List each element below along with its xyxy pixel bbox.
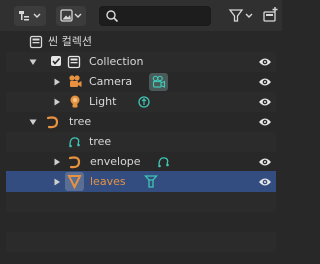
camera-data-button[interactable] (149, 73, 168, 91)
curve-object-icon (46, 116, 59, 129)
outliner-header (0, 0, 282, 31)
eye-icon[interactable] (258, 56, 272, 68)
eye-icon[interactable] (258, 176, 272, 188)
view-options-dropdown[interactable] (56, 6, 86, 26)
curve-data-icon (69, 137, 80, 148)
camera-data-icon (152, 75, 166, 88)
curve-data-icon[interactable] (157, 155, 171, 169)
tree-object-label: tree (69, 115, 92, 128)
particle-data-icon[interactable] (144, 174, 158, 189)
scene-collection-label: 씬 컬렉션 (48, 35, 92, 48)
leaves-row[interactable]: leaves (6, 171, 276, 192)
camera-row[interactable]: Camera (6, 72, 276, 92)
chevron-down-icon[interactable] (28, 57, 38, 67)
eye-icon[interactable] (258, 156, 272, 168)
image-icon (60, 9, 82, 22)
search-input[interactable] (99, 6, 211, 26)
collection-exclude-checkbox[interactable] (51, 56, 61, 66)
scene-collection-icon (29, 35, 43, 49)
envelope-label: envelope (90, 155, 141, 168)
display-mode-dropdown[interactable] (14, 6, 46, 26)
filter-funnel-icon (228, 9, 253, 22)
empty-row (6, 232, 276, 252)
curve-object-icon (68, 156, 81, 169)
camera-icon (69, 75, 82, 87)
leaves-label: leaves (90, 175, 126, 188)
chevron-right-icon[interactable] (52, 97, 62, 107)
new-collection-button[interactable] (262, 6, 280, 26)
new-collection-icon (263, 7, 278, 22)
collection-row[interactable]: Collection (6, 52, 276, 72)
eye-icon[interactable] (258, 96, 272, 108)
empty-row (6, 192, 276, 212)
chevron-right-icon[interactable] (52, 177, 62, 187)
envelope-row[interactable]: envelope (6, 152, 276, 172)
collection-label: Collection (89, 55, 144, 68)
filter-dropdown[interactable] (228, 6, 256, 26)
light-data-icon[interactable] (137, 95, 151, 109)
camera-label: Camera (89, 75, 133, 88)
outliner-tree: 씬 컬렉션 Collection Camera Light tree tree … (0, 31, 282, 264)
light-row[interactable]: Light (6, 92, 276, 112)
scene-collection-row[interactable]: 씬 컬렉션 (6, 32, 276, 52)
tree-data-label: tree (89, 135, 112, 148)
tree-object-row[interactable]: tree (6, 112, 276, 132)
chevron-down-icon[interactable] (28, 117, 38, 127)
search-icon (106, 10, 119, 23)
leaves-object-button[interactable] (65, 172, 84, 191)
light-icon (70, 95, 80, 108)
eye-icon[interactable] (258, 116, 272, 128)
outliner-display-mode-icon (19, 11, 41, 21)
chevron-right-icon[interactable] (52, 157, 62, 167)
light-label: Light (89, 95, 117, 108)
checkmark-icon (52, 57, 61, 65)
eye-icon[interactable] (258, 76, 272, 88)
collection-icon (67, 55, 81, 69)
chevron-right-icon[interactable] (52, 77, 62, 87)
tree-data-row[interactable]: tree (6, 132, 276, 152)
particle-object-icon (67, 175, 82, 189)
